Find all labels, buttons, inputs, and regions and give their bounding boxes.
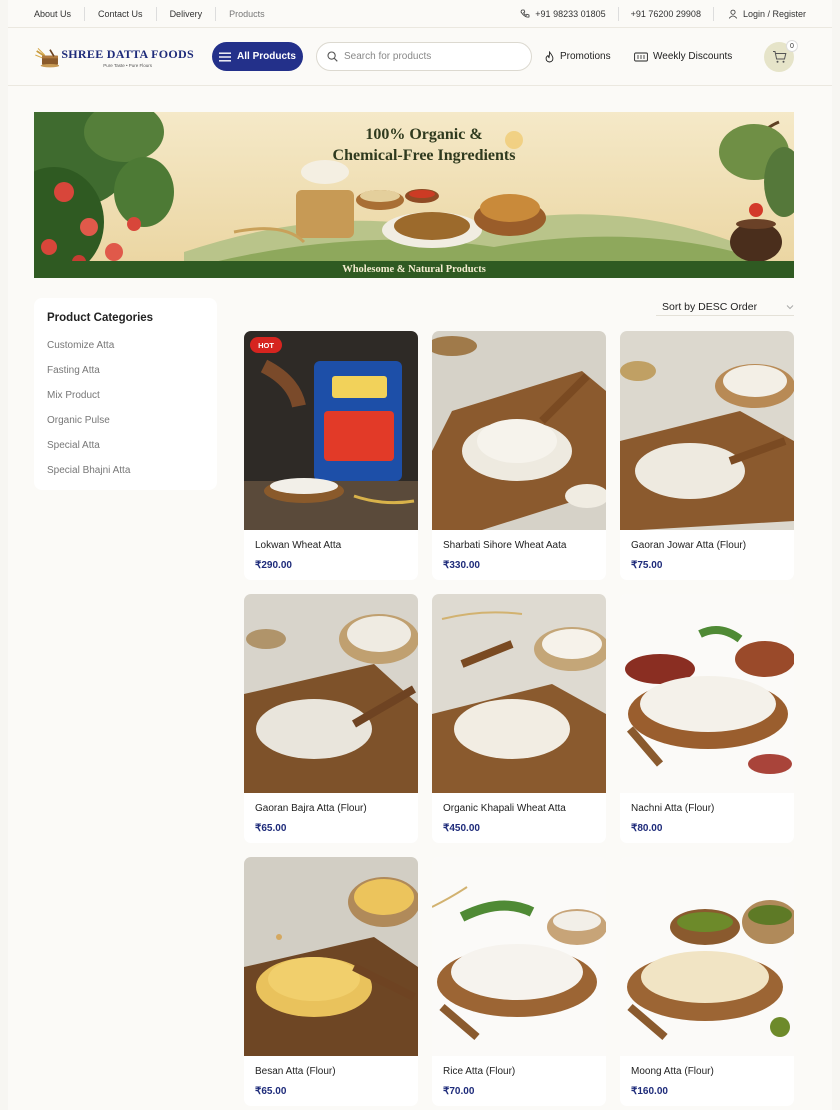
product-image bbox=[620, 594, 794, 793]
product-card[interactable]: Organic Khapali Wheat Atta ₹450.00 bbox=[432, 594, 606, 843]
product-image bbox=[620, 331, 794, 530]
product-image bbox=[432, 594, 606, 793]
product-card[interactable]: Gaoran Jowar Atta (Flour) ₹75.00 bbox=[620, 331, 794, 580]
phone-2-number: +91 76200 29908 bbox=[630, 9, 701, 19]
product-price: ₹450.00 bbox=[443, 823, 480, 834]
category-mix-product[interactable]: Mix Product bbox=[47, 383, 204, 408]
phone-2[interactable]: +91 76200 29908 bbox=[619, 7, 714, 21]
flame-icon bbox=[545, 50, 554, 62]
promotions-link[interactable]: Promotions bbox=[544, 42, 611, 71]
hot-badge: HOT bbox=[250, 337, 282, 353]
delivery-link[interactable]: Delivery bbox=[157, 7, 217, 21]
product-card[interactable]: Sharbati Sihore Wheat Aata ₹330.00 bbox=[432, 331, 606, 580]
menu-icon bbox=[219, 52, 232, 61]
product-card[interactable]: Nachni Atta (Flour) ₹80.00 bbox=[620, 594, 794, 843]
banner-footer-text: Wholesome & Natural Products bbox=[342, 264, 486, 275]
ticket-icon bbox=[634, 52, 648, 61]
chevron-down-icon bbox=[786, 304, 794, 309]
phone-icon bbox=[520, 9, 530, 18]
product-card[interactable]: Gaoran Bajra Atta (Flour) ₹65.00 bbox=[244, 594, 418, 843]
category-special-atta[interactable]: Special Atta bbox=[47, 433, 204, 458]
category-customize-atta[interactable]: Customize Atta bbox=[47, 333, 204, 358]
product-price: ₹330.00 bbox=[443, 560, 480, 571]
product-price: ₹65.00 bbox=[255, 823, 287, 834]
cart-count-badge: 0 bbox=[786, 40, 798, 52]
main-header: SHREE DATTA FOODS Pure Taste • Pure Flou… bbox=[8, 28, 832, 86]
product-name[interactable]: Lokwan Wheat Atta bbox=[255, 540, 341, 551]
banner-headline: 100% Organic & Chemical-Free Ingredients bbox=[314, 124, 534, 166]
logo-text: SHREE DATTA FOODS Pure Taste • Pure Flou… bbox=[61, 47, 194, 68]
category-fasting-atta[interactable]: Fasting Atta bbox=[47, 358, 204, 383]
categories-title: Product Categories bbox=[47, 312, 154, 324]
product-price: ₹75.00 bbox=[631, 560, 663, 571]
weekly-discounts-link[interactable]: Weekly Discounts bbox=[634, 42, 732, 71]
all-products-label: All Products bbox=[237, 51, 296, 62]
site-logo[interactable]: SHREE DATTA FOODS Pure Taste • Pure Flou… bbox=[34, 40, 194, 74]
logo-tagline: Pure Taste • Pure Flours bbox=[103, 62, 153, 68]
product-price: ₹65.00 bbox=[255, 1086, 287, 1097]
logo-name: SHREE DATTA FOODS bbox=[61, 46, 194, 61]
products-link[interactable]: Products bbox=[216, 7, 278, 21]
product-price: ₹160.00 bbox=[631, 1086, 668, 1097]
banner-headline-line-1: 100% Organic & bbox=[365, 126, 483, 143]
login-register-link[interactable]: Login / Register bbox=[714, 9, 806, 19]
product-image bbox=[244, 857, 418, 1056]
weekly-discounts-label: Weekly Discounts bbox=[653, 51, 733, 62]
product-categories-panel: Product Categories Customize Atta Fastin… bbox=[34, 298, 217, 490]
product-name[interactable]: Gaoran Jowar Atta (Flour) bbox=[631, 540, 746, 551]
product-name[interactable]: Rice Atta (Flour) bbox=[443, 1066, 515, 1077]
product-image bbox=[244, 594, 418, 793]
contact-us-link[interactable]: Contact Us bbox=[85, 7, 157, 21]
product-price: ₹290.00 bbox=[255, 560, 292, 571]
mortar-logo-icon bbox=[35, 47, 60, 68]
product-image bbox=[432, 857, 606, 1056]
product-name[interactable]: Nachni Atta (Flour) bbox=[631, 803, 714, 814]
phone-1[interactable]: +91 98233 01805 bbox=[508, 7, 619, 21]
product-image bbox=[432, 331, 606, 530]
product-name[interactable]: Gaoran Bajra Atta (Flour) bbox=[255, 803, 367, 814]
category-organic-pulse[interactable]: Organic Pulse bbox=[47, 408, 204, 433]
search-input[interactable] bbox=[344, 51, 514, 62]
phone-1-number: +91 98233 01805 bbox=[535, 9, 606, 19]
search-icon bbox=[327, 51, 338, 62]
page: About Us Contact Us Delivery Products +9… bbox=[8, 0, 832, 1110]
search-box[interactable] bbox=[316, 42, 532, 71]
sort-label: Sort by DESC Order bbox=[662, 300, 758, 313]
all-products-button[interactable]: All Products bbox=[212, 42, 303, 71]
banner-headline-line-2: Chemical-Free Ingredients bbox=[332, 147, 516, 164]
product-image bbox=[244, 331, 418, 530]
product-image bbox=[620, 857, 794, 1056]
user-icon bbox=[728, 9, 738, 19]
product-card[interactable]: Besan Atta (Flour) ₹65.00 bbox=[244, 857, 418, 1106]
product-price: ₹80.00 bbox=[631, 823, 663, 834]
top-bar: About Us Contact Us Delivery Products +9… bbox=[8, 0, 832, 28]
product-name[interactable]: Besan Atta (Flour) bbox=[255, 1066, 336, 1077]
hero-banner[interactable]: 100% Organic & Chemical-Free Ingredients… bbox=[34, 112, 794, 278]
login-register-label: Login / Register bbox=[742, 9, 806, 19]
product-name[interactable]: Sharbati Sihore Wheat Aata bbox=[443, 540, 566, 551]
product-card[interactable]: HOT Lokwan Wheat Atta ₹290.00 bbox=[244, 331, 418, 580]
product-card[interactable]: Moong Atta (Flour) ₹160.00 bbox=[620, 857, 794, 1106]
product-card[interactable]: Rice Atta (Flour) ₹70.00 bbox=[432, 857, 606, 1106]
promotions-label: Promotions bbox=[560, 51, 611, 62]
sort-dropdown[interactable]: Sort by DESC Order bbox=[656, 298, 794, 316]
top-links: About Us Contact Us Delivery Products bbox=[34, 0, 278, 28]
product-price: ₹70.00 bbox=[443, 1086, 475, 1097]
product-name[interactable]: Moong Atta (Flour) bbox=[631, 1066, 714, 1077]
about-us-link[interactable]: About Us bbox=[34, 7, 86, 21]
contact-info: +91 98233 01805 +91 76200 29908 Login / … bbox=[508, 0, 806, 28]
category-special-bhajni-atta[interactable]: Special Bhajni Atta bbox=[47, 458, 204, 483]
product-name[interactable]: Organic Khapali Wheat Atta bbox=[443, 803, 566, 814]
cart-icon bbox=[772, 51, 786, 63]
